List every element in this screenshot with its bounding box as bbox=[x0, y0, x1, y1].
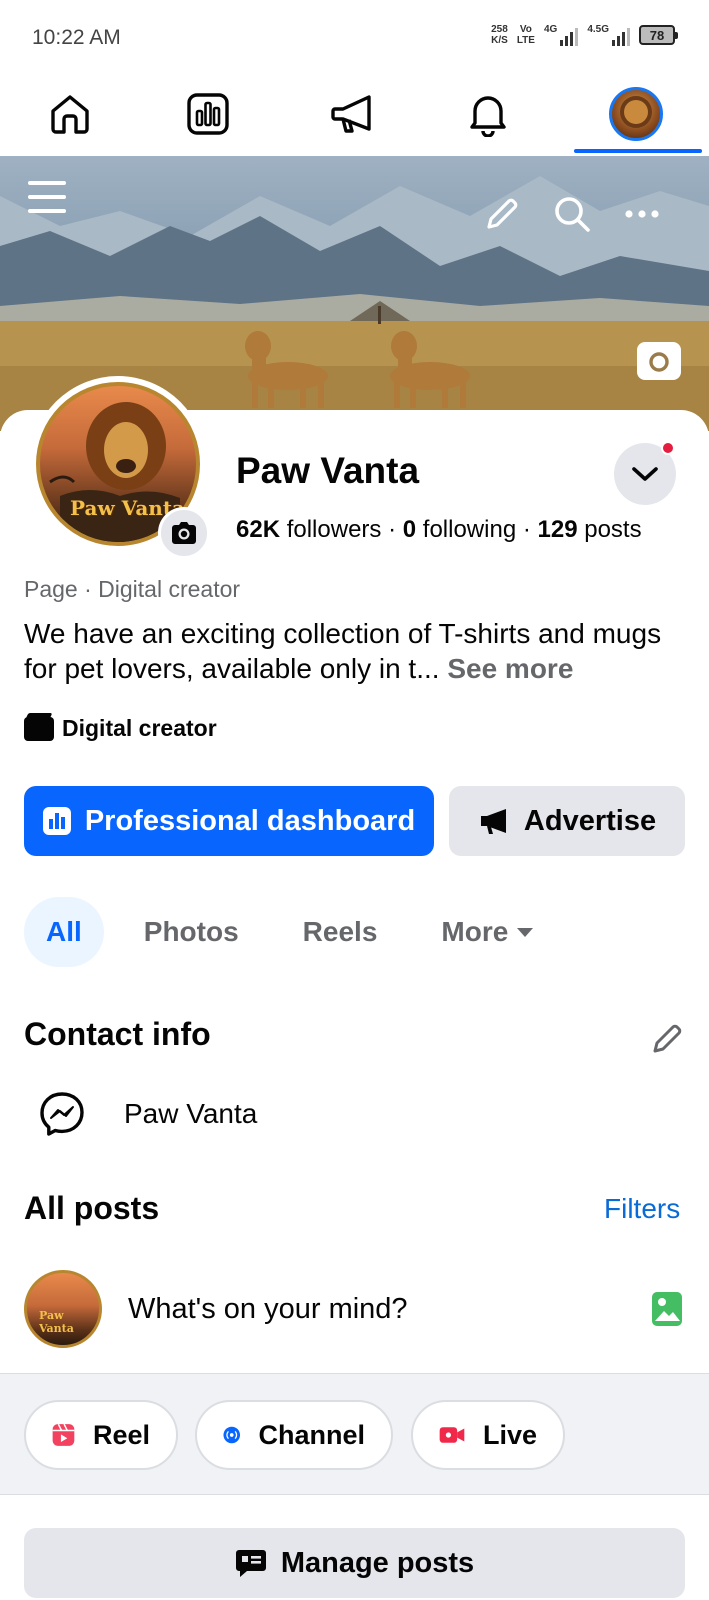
nav-ads[interactable] bbox=[323, 84, 383, 144]
followers-label[interactable]: followers bbox=[287, 516, 382, 543]
battery-icon: 78 bbox=[639, 25, 678, 45]
contact-messenger-row[interactable]: Paw Vanta bbox=[38, 1090, 257, 1138]
live-label: Live bbox=[482, 1419, 537, 1450]
profile-camera-button[interactable] bbox=[158, 507, 210, 559]
professional-dashboard-label: Professional dashboard bbox=[84, 804, 416, 837]
menu-button[interactable] bbox=[24, 174, 70, 220]
signal-2-label: 4.5G bbox=[587, 24, 609, 35]
volte-indicator: Vo LTE bbox=[517, 24, 535, 46]
photo-icon bbox=[652, 1292, 682, 1326]
search-icon bbox=[555, 197, 590, 232]
followers-count[interactable]: 62K bbox=[236, 516, 280, 543]
volte-bottom: LTE bbox=[516, 35, 535, 46]
profile-name: Paw Vanta bbox=[236, 450, 420, 491]
network-speed: 258 K/S bbox=[491, 24, 508, 46]
reel-button[interactable]: Reel bbox=[24, 1400, 178, 1470]
home-icon bbox=[51, 95, 89, 134]
create-actions-bar: Reel Channel Live bbox=[0, 1373, 709, 1495]
signal-2-icon: 4.5G bbox=[587, 24, 630, 46]
bell-icon bbox=[470, 96, 506, 137]
creator-tag: Digital creator bbox=[24, 715, 217, 742]
following-count[interactable]: 0 bbox=[403, 516, 416, 543]
more-button[interactable] bbox=[620, 192, 664, 236]
edit-icon bbox=[653, 1024, 682, 1053]
signal-1-icon: 4G bbox=[543, 24, 579, 46]
edit-contact-button[interactable] bbox=[648, 1018, 688, 1058]
cover-camera-button[interactable] bbox=[637, 342, 681, 380]
network-speed-value: 258 bbox=[491, 24, 508, 35]
tab-photos[interactable]: Photos bbox=[144, 897, 239, 967]
camera-icon bbox=[649, 352, 669, 372]
dashboard-icon bbox=[187, 93, 229, 135]
page-category: Page · Digital creator bbox=[24, 576, 241, 602]
all-posts-title: All posts bbox=[24, 1190, 160, 1226]
menu-icon bbox=[28, 181, 66, 213]
following-label[interactable]: following bbox=[423, 516, 516, 543]
profile-stats: 62K followers · 0 following · 129 posts bbox=[236, 516, 642, 543]
tab-reels[interactable]: Reels bbox=[303, 897, 378, 967]
see-more-link[interactable]: See more bbox=[447, 653, 573, 684]
notification-dot bbox=[661, 441, 675, 455]
volte-top: Vo bbox=[519, 24, 532, 35]
contact-info-title: Contact info bbox=[24, 1016, 211, 1052]
top-navigation bbox=[0, 72, 709, 156]
chevron-down-icon bbox=[632, 467, 658, 481]
camera-icon bbox=[172, 522, 196, 544]
status-time: 10:22 AM bbox=[32, 26, 121, 49]
dashboard-icon bbox=[42, 807, 71, 835]
channel-icon bbox=[223, 1426, 241, 1444]
advertise-button[interactable]: Advertise bbox=[449, 786, 685, 856]
tab-more-label: More bbox=[441, 916, 509, 947]
manage-posts-button[interactable]: Manage posts bbox=[24, 1528, 685, 1598]
search-button[interactable] bbox=[550, 192, 594, 236]
profile-avatar bbox=[609, 87, 663, 141]
channel-button[interactable]: Channel bbox=[195, 1400, 393, 1470]
tab-all[interactable]: All bbox=[24, 897, 104, 967]
live-button[interactable]: Live bbox=[411, 1400, 565, 1470]
messenger-name: Paw Vanta bbox=[124, 1098, 258, 1129]
status-bar: 10:22 AM 258 K/S Vo LTE 4G 4.5G 78 bbox=[0, 0, 709, 72]
profile-tabs: All Photos Reels More bbox=[24, 897, 534, 967]
clapperboard-icon bbox=[24, 716, 54, 741]
live-video-icon bbox=[439, 1427, 465, 1443]
profile-bio: We have an exciting collection of T-shir… bbox=[24, 616, 684, 686]
nav-notifications[interactable] bbox=[458, 84, 518, 144]
post-composer[interactable]: Paw Vanta What's on your mind? bbox=[24, 1270, 685, 1348]
tab-more[interactable]: More bbox=[441, 897, 534, 967]
creator-tag-label: Digital creator bbox=[62, 715, 217, 741]
manage-posts-icon bbox=[235, 1550, 266, 1577]
active-tab-indicator bbox=[574, 149, 702, 153]
channel-label: Channel bbox=[258, 1419, 365, 1450]
megaphone-icon bbox=[331, 95, 371, 133]
status-indicators: 258 K/S Vo LTE 4G 4.5G 78 bbox=[491, 24, 678, 46]
more-icon bbox=[625, 210, 659, 218]
reel-icon bbox=[52, 1423, 75, 1446]
posts-count: 129 bbox=[537, 516, 578, 543]
caret-down-icon bbox=[517, 928, 534, 937]
signal-1-label: 4G bbox=[543, 24, 558, 35]
composer-input[interactable]: What's on your mind? bbox=[128, 1293, 649, 1326]
filters-link[interactable]: Filters bbox=[604, 1193, 680, 1225]
posts-label: posts bbox=[584, 516, 642, 543]
composer-avatar-text: Paw Vanta bbox=[39, 1309, 74, 1335]
network-speed-unit: K/S bbox=[491, 35, 508, 46]
composer-avatar: Paw Vanta bbox=[24, 1270, 102, 1348]
nav-profile[interactable] bbox=[606, 84, 666, 144]
messenger-icon bbox=[40, 1092, 84, 1136]
reel-label: Reel bbox=[92, 1419, 150, 1450]
manage-posts-label: Manage posts bbox=[280, 1546, 475, 1579]
edit-cover-button[interactable] bbox=[480, 192, 524, 236]
professional-dashboard-button[interactable]: Professional dashboard bbox=[24, 786, 434, 856]
megaphone-icon bbox=[480, 809, 506, 834]
add-photo-button[interactable] bbox=[649, 1290, 685, 1328]
nav-home[interactable] bbox=[40, 84, 100, 144]
nav-dashboard[interactable] bbox=[178, 84, 238, 144]
edit-icon bbox=[487, 198, 518, 229]
advertise-label: Advertise bbox=[523, 804, 657, 837]
